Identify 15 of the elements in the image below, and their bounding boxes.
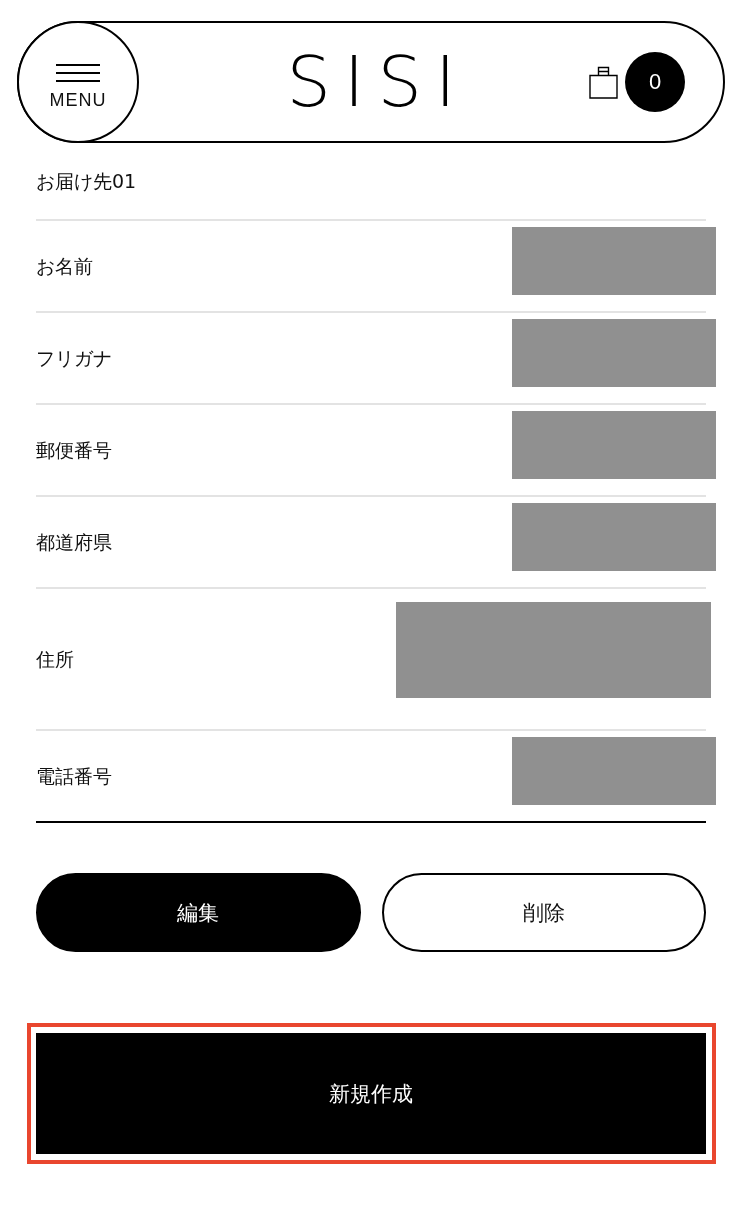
address-title: お届け先01: [36, 170, 137, 192]
shopping-bag-icon[interactable]: [589, 65, 618, 99]
field-label: 郵便番号: [36, 437, 112, 463]
field-label: フリガナ: [36, 345, 112, 371]
field-label: 電話番号: [36, 763, 112, 789]
field-label: 住所: [36, 646, 74, 672]
create-new-button[interactable]: 新規作成: [36, 1033, 706, 1154]
menu-button[interactable]: MENU: [17, 21, 139, 143]
cart-count-badge: 0: [625, 52, 685, 112]
edit-button[interactable]: 編集: [36, 873, 361, 952]
logo[interactable]: SISI: [286, 47, 469, 117]
field-label: お名前: [36, 253, 93, 279]
delete-button[interactable]: 削除: [381, 873, 706, 952]
field-label: 都道府県: [36, 529, 112, 555]
menu-icon: [56, 63, 100, 82]
